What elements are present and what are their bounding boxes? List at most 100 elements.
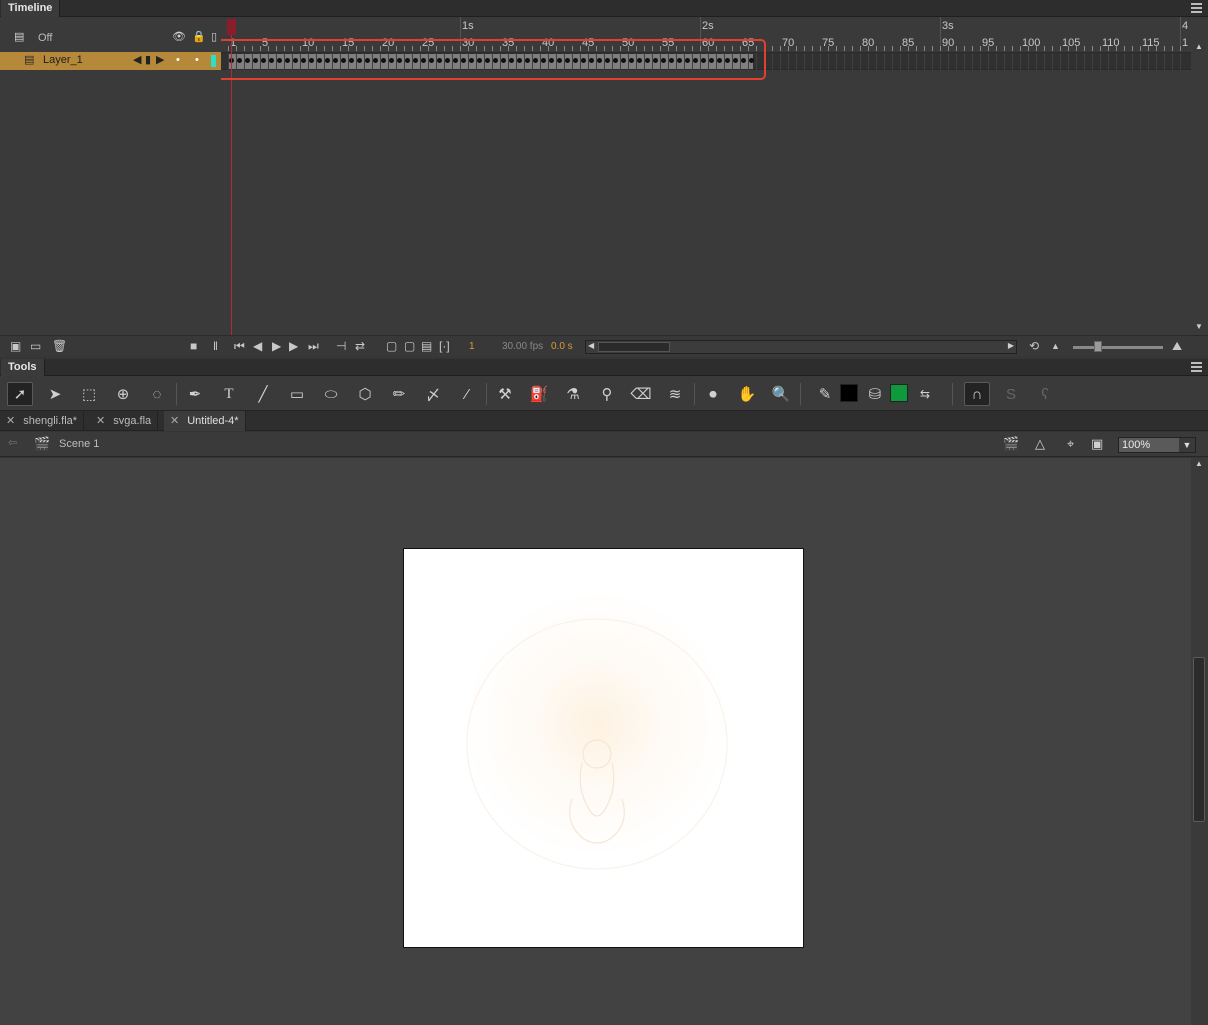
modify-markers-icon[interactable]: [·] (439, 340, 450, 352)
frame-cell-divider (916, 53, 917, 71)
swap-colors-icon[interactable]: ⇆ (912, 382, 938, 406)
next-frame-icon[interactable]: ▶ (289, 340, 298, 352)
close-icon[interactable]: ✕ (96, 415, 105, 427)
smooth-icon[interactable]: S (998, 382, 1024, 406)
center-frame-icon[interactable]: ⊣ (336, 340, 346, 352)
new-folder-icon[interactable]: ▭ (30, 340, 41, 352)
zoom-tool-icon[interactable]: 🔍 (768, 382, 794, 406)
camera-tool-icon[interactable]: ⏺ (700, 382, 726, 406)
line-tool-icon[interactable]: ╱ (250, 382, 276, 406)
zoom-value[interactable]: 100% (1122, 439, 1150, 451)
eyedropper-icon[interactable]: ⚲ (594, 382, 620, 406)
zoom-in-icon[interactable]: ⛰ (1172, 340, 1182, 352)
polystar-tool-icon[interactable]: ⬡ (352, 382, 378, 406)
width-tool-icon[interactable]: ≋ (662, 382, 688, 406)
stage-canvas[interactable] (403, 548, 804, 948)
pen-tool-icon[interactable]: ✒ (182, 382, 208, 406)
scroll-up-icon[interactable]: ▲ (1195, 460, 1203, 468)
scroll-left-icon[interactable]: ◀ (588, 342, 594, 350)
snap-magnet-icon[interactable]: ∩ (964, 382, 990, 406)
center-stage-icon[interactable]: ⌖ (1067, 437, 1074, 450)
visible-dot-icon[interactable]: • (176, 55, 180, 66)
loop-icon[interactable]: ⇄ (355, 340, 365, 352)
paint-brush-icon[interactable]: ⁄ (454, 382, 480, 406)
doc-tab[interactable]: ✕ svga.fla (90, 411, 159, 431)
doc-tab-active[interactable]: ✕ Untitled-4* (164, 411, 246, 431)
onion-skin-icon[interactable]: ▢ (386, 340, 397, 352)
outline-icon[interactable]: ▯ (211, 32, 217, 43)
lasso-icon[interactable]: ◌ (144, 382, 170, 406)
oval-tool-icon[interactable]: ⬭ (318, 382, 344, 406)
zoom-out-icon[interactable]: ▲ (1051, 342, 1060, 351)
pencil-tool-icon[interactable]: ✏ (386, 382, 412, 406)
subselection-tool-icon[interactable]: ➤ (42, 382, 68, 406)
hand-tool-icon[interactable]: ✋ (734, 382, 760, 406)
play-icon[interactable]: ▶ (272, 340, 281, 352)
scroll-down-icon[interactable]: ▼ (1195, 323, 1203, 331)
first-frame-icon[interactable]: ⏮ (234, 340, 245, 352)
ink-bottle-icon[interactable]: ⚗ (560, 382, 586, 406)
close-icon[interactable]: ✕ (6, 415, 15, 427)
scroll-up-icon[interactable]: ▲ (1195, 43, 1203, 51)
layer-color-swatch[interactable] (211, 55, 216, 67)
bone-tool-icon[interactable]: ⚒ (492, 382, 518, 406)
keyframe-icon[interactable]: ▮ (145, 55, 151, 66)
eye-icon[interactable]: 👁 (172, 32, 186, 43)
layer-row[interactable]: ▤ Layer_1 ◀ ▮ ▶ • • (0, 52, 221, 70)
back-arrow-icon[interactable]: ⇦ (8, 438, 17, 449)
eraser-icon[interactable]: ⌫ (628, 382, 654, 406)
timeline-vscroll[interactable]: ▲ ▼ (1191, 43, 1208, 335)
chevron-down-icon[interactable]: ▼ (1179, 438, 1195, 452)
lock-dot-icon[interactable]: • (195, 55, 199, 66)
frame-zoom-thumb[interactable] (1094, 341, 1102, 352)
last-frame-icon[interactable]: ⏭ (308, 340, 319, 352)
onion-outline-icon[interactable]: ▢ (404, 340, 415, 352)
3d-rotation-icon[interactable]: ⊕ (110, 382, 136, 406)
selection-tool-icon[interactable]: ➚ (7, 382, 33, 406)
stroke-color-swatch[interactable] (840, 384, 858, 402)
zoom-select[interactable]: 100% ▼ (1118, 437, 1196, 453)
free-transform-icon[interactable]: ⬚ (76, 382, 102, 406)
fps-value[interactable]: 30.00 fps (502, 341, 543, 352)
straighten-icon[interactable]: ʕ (1032, 382, 1058, 406)
frame-zoom-slider[interactable] (1073, 346, 1163, 349)
layer-outline-icon[interactable]: ▤ (14, 32, 24, 43)
delete-icon[interactable]: 🗑 (52, 340, 67, 352)
frame-tick (1092, 46, 1093, 51)
frame-cell-divider (780, 53, 781, 71)
clip-content-icon[interactable]: ▣ (1091, 437, 1103, 450)
timeline-tab[interactable]: Timeline (1, 0, 61, 17)
panel-menu-icon[interactable] (1191, 362, 1202, 372)
scroll-right-icon[interactable]: ▶ (1008, 342, 1014, 350)
text-tool-icon[interactable]: T (216, 382, 242, 406)
doc-tab[interactable]: ✕ shengli.fla* (0, 411, 85, 431)
rectangle-tool-icon[interactable]: ▭ (284, 382, 310, 406)
brush-tool-icon[interactable]: 〆 (420, 382, 446, 406)
lock-icon[interactable]: 🔒 (192, 32, 206, 43)
reset-zoom-icon[interactable]: ⟲ (1029, 340, 1039, 352)
new-layer-icon[interactable]: ▣ (10, 340, 21, 352)
stage-pasteboard[interactable] (0, 458, 1191, 1025)
pause-icon[interactable]: ‖ (213, 340, 218, 352)
prev-keyframe-icon[interactable]: ◀ (133, 55, 141, 66)
timeline-hscroll[interactable]: ◀ ▶ (585, 340, 1017, 354)
frame-tick (1140, 46, 1141, 51)
hscroll-thumb[interactable] (598, 342, 670, 352)
playhead[interactable] (227, 19, 236, 35)
fill-color-swatch[interactable] (890, 384, 908, 402)
current-frame[interactable]: 1 (469, 341, 475, 352)
layer-name[interactable]: Layer_1 (43, 54, 83, 66)
stage-vscroll-thumb[interactable] (1193, 657, 1205, 822)
edit-scene-icon[interactable]: 🎬 (1003, 437, 1019, 450)
frames-area[interactable]: 1s 2s 3s 4 1 5 10 15 20 25 30 35 40 45 50 55 60 65 70 75 80… (221, 17, 1191, 335)
edit-symbols-icon[interactable]: △ (1035, 437, 1045, 450)
next-keyframe-icon[interactable]: ▶ (156, 55, 164, 66)
tools-tab[interactable]: Tools (1, 359, 45, 376)
edit-multiple-icon[interactable]: ▤ (421, 340, 432, 352)
camera-icon[interactable]: ■ (190, 340, 197, 352)
paint-bucket-icon[interactable]: ⛽ (526, 382, 552, 406)
prev-frame-icon[interactable]: ◀ (253, 340, 262, 352)
close-icon[interactable]: ✕ (170, 415, 179, 427)
panel-menu-icon[interactable] (1191, 3, 1202, 13)
scene-label[interactable]: Scene 1 (59, 438, 99, 450)
